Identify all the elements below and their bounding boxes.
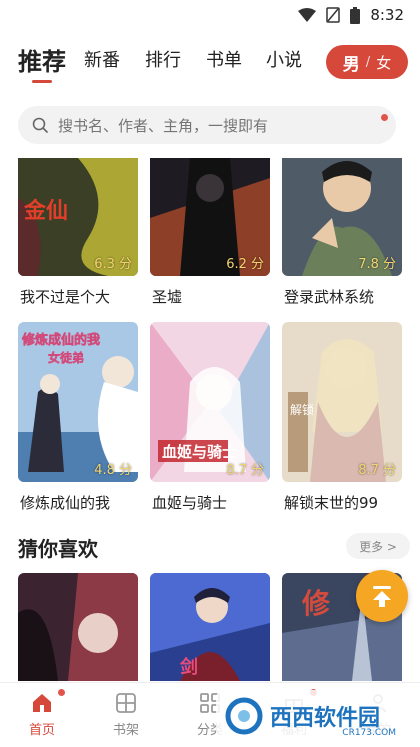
book-cover[interactable]: 剑 (150, 573, 270, 681)
watermark-sub: CR173.COM (342, 728, 396, 738)
tab-new[interactable]: 新番 (84, 46, 120, 72)
nav-bookshelf[interactable]: 书架 (84, 689, 168, 738)
search-input[interactable] (56, 106, 380, 146)
book-title[interactable]: 我不过是个大 (20, 286, 110, 307)
back-to-top-button[interactable] (356, 570, 408, 622)
section-title: 猜你喜欢 (18, 537, 98, 561)
svg-text:金仙: 金仙 (23, 198, 68, 224)
svg-text:女徒弟: 女徒弟 (48, 350, 84, 365)
gender-male[interactable]: 男 (343, 50, 360, 75)
home-icon (33, 694, 51, 712)
arrow-up-icon (373, 586, 391, 607)
battery-icon (350, 6, 361, 24)
book-cover[interactable]: 7.8 分 (282, 158, 402, 276)
book-title[interactable]: 解锁末世的99 (284, 492, 378, 513)
tab-novel[interactable]: 小说 (266, 46, 302, 72)
gender-female[interactable]: 女 (376, 52, 391, 73)
book-title[interactable]: 登录武林系统 (284, 286, 374, 307)
book-score: 7.8 分 (358, 257, 396, 272)
gender-toggle[interactable]: 男 / 女 (326, 45, 408, 79)
svg-text:解锁: 解锁 (290, 402, 314, 417)
notification-dot (381, 114, 388, 121)
svg-text:修: 修 (301, 587, 331, 620)
sim-icon (326, 7, 341, 23)
book-score: 8.7 分 (226, 463, 264, 478)
gender-separator: / (365, 54, 371, 70)
book-cover[interactable]: 血姬与骑士 8.7 分 (150, 322, 270, 482)
nav-bookshelf-label: 书架 (112, 723, 139, 738)
bookshelf-icon (116, 693, 136, 713)
book-cover[interactable]: 修炼成仙的我女徒弟 4.8 分 (18, 322, 138, 482)
book-cover[interactable] (18, 573, 138, 681)
more-button[interactable]: 更多 > (346, 533, 410, 559)
book-cover[interactable]: 6.2 分 (150, 158, 270, 276)
search-bar[interactable] (18, 106, 396, 146)
svg-text:修炼成仙的我: 修炼成仙的我 (21, 332, 100, 348)
book-score: 4.8 分 (94, 463, 132, 478)
wifi-icon (298, 8, 317, 22)
book-score: 6.3 分 (94, 257, 132, 272)
status-time: 8:32 (370, 6, 404, 24)
watermark-logo: 西西软件园 CR173.COM (216, 690, 408, 742)
tab-booklist[interactable]: 书单 (206, 46, 242, 72)
book-score: 6.2 分 (226, 257, 264, 272)
tab-ranking[interactable]: 排行 (145, 46, 181, 72)
nav-home-label: 首页 (28, 723, 55, 738)
book-score: 8.7 分 (358, 463, 396, 478)
book-title[interactable]: 修炼成仙的我 (20, 492, 110, 513)
book-cover[interactable]: 解锁 8.7 分 (282, 322, 402, 482)
nav-home-dot (58, 689, 65, 696)
tab-recommend[interactable]: 推荐 (18, 42, 66, 77)
nav-home[interactable]: 首页 (0, 689, 84, 738)
book-title[interactable]: 圣墟 (152, 286, 182, 307)
tab-active-indicator (32, 80, 52, 83)
svg-text:剑: 剑 (179, 656, 198, 678)
search-icon (32, 117, 48, 133)
watermark-icon (225, 697, 263, 735)
book-cover[interactable]: 金仙 6.3 分 (18, 158, 138, 276)
book-title[interactable]: 血姬与骑士 (152, 492, 227, 513)
status-bar: 8:32 (0, 0, 420, 30)
